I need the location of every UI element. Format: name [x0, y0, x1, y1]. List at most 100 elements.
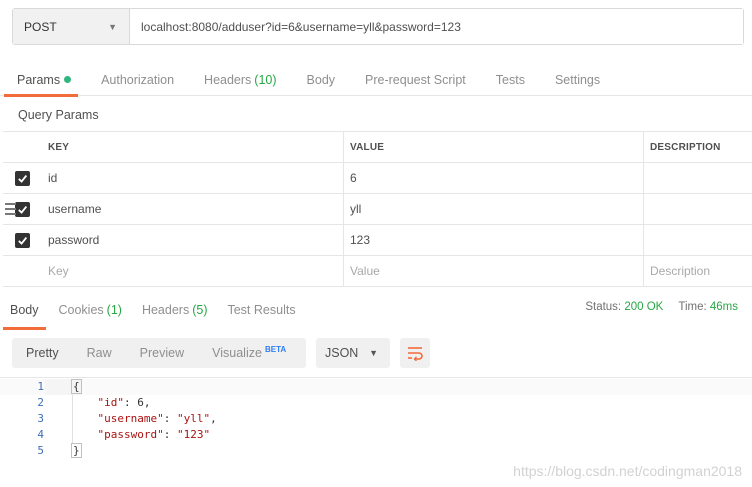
code-line: 2 "id": 6, [0, 395, 752, 411]
row-checkbox[interactable] [14, 232, 30, 248]
response-status: Status: 200 OK Time: 46ms [585, 301, 738, 313]
tab-params[interactable]: Params [0, 64, 86, 97]
wrap-lines-icon [408, 347, 423, 361]
method-label: POST [24, 19, 57, 34]
new-description-input[interactable]: Description [644, 256, 752, 286]
visualize-label: Visualize [212, 346, 262, 360]
tab-count: (5) [192, 303, 208, 317]
wrap-lines-button[interactable] [400, 338, 430, 368]
check-cell [3, 256, 41, 286]
row-checkbox[interactable] [14, 170, 30, 186]
json-key: "username" [97, 412, 164, 425]
time-label: Time: [678, 301, 707, 313]
param-description[interactable] [644, 225, 752, 255]
response-code-view[interactable]: 1 { 2 "id": 6, 3 "username": "yll", 4 "p… [0, 377, 752, 459]
tab-label: Body [306, 72, 336, 87]
code-line: 3 "username": "yll", [0, 411, 752, 427]
tab-label: Params [17, 72, 61, 87]
param-key[interactable]: id [41, 163, 344, 193]
tab-body[interactable]: Body [292, 64, 351, 96]
code-line: 4 "password": "123" [0, 427, 752, 443]
check-cell [3, 225, 41, 255]
url-input[interactable]: localhost:8080/adduser?id=6&username=yll… [130, 9, 743, 44]
code-line: 5 } [0, 443, 752, 459]
tab-label: Tests [495, 72, 525, 87]
params-table: KEY VALUE DESCRIPTION id 6 username yll [3, 131, 752, 287]
code-text: "id": 6, [97, 396, 151, 409]
tab-response-headers[interactable]: Headers (5) [132, 294, 218, 326]
tab-tests[interactable]: Tests [481, 64, 540, 96]
tab-label: Body [10, 303, 39, 317]
table-row-new: Key Value Description [3, 256, 752, 287]
new-key-input[interactable]: Key [41, 256, 344, 286]
row-checkbox[interactable] [14, 201, 30, 217]
tab-count: (1) [106, 303, 122, 317]
tab-label: Headers [204, 72, 252, 87]
time-value[interactable]: 46ms [710, 301, 738, 313]
tab-label: Settings [554, 72, 601, 87]
status-value[interactable]: 200 OK [624, 301, 663, 313]
param-value[interactable]: 6 [344, 163, 644, 193]
param-value[interactable]: yll [344, 194, 644, 224]
tab-label: Authorization [101, 72, 175, 87]
indent-guide [72, 395, 73, 443]
param-key[interactable]: password [41, 225, 344, 255]
view-mode-group: Pretty Raw Preview Visualize BETA [12, 338, 306, 368]
request-bar: POST ▼ localhost:8080/adduser?id=6&usern… [12, 8, 744, 45]
table-row: username yll [3, 194, 752, 225]
code-text: "password": "123" [97, 428, 211, 441]
json-key: "id" [97, 396, 125, 409]
code-text: "username": "yll", [97, 412, 217, 425]
checkmark-icon [17, 205, 27, 214]
view-raw-button[interactable]: Raw [73, 338, 126, 368]
watermark: https://blog.csdn.net/codingman2018 [513, 463, 742, 479]
drag-handle-icon[interactable] [5, 203, 16, 215]
header-value: VALUE [344, 132, 644, 162]
tab-settings[interactable]: Settings [540, 64, 615, 96]
tab-test-results[interactable]: Test Results [217, 294, 305, 326]
tab-label: Cookies [58, 303, 104, 317]
section-title: Query Params [18, 108, 99, 122]
code-text: } [71, 443, 82, 458]
line-number: 5 [37, 444, 44, 457]
chevron-down-icon: ▼ [108, 21, 117, 32]
tab-authorization[interactable]: Authorization [86, 64, 189, 96]
checkmark-icon [17, 236, 27, 245]
line-number: 4 [37, 428, 44, 441]
tab-label: Pre-request Script [365, 72, 466, 87]
tab-cookies[interactable]: Cookies (1) [49, 294, 132, 326]
json-value: "yll" [176, 412, 211, 425]
check-cell [3, 163, 41, 193]
beta-badge: BETA [264, 344, 287, 354]
json-value: "123" [176, 428, 211, 441]
new-value-input[interactable]: Value [344, 256, 644, 286]
line-number: 2 [37, 396, 44, 409]
line-number: 3 [37, 412, 44, 425]
param-description[interactable] [644, 194, 752, 224]
body-toolbar: Pretty Raw Preview Visualize BETA JSON ▼ [12, 338, 430, 368]
tab-pre-request-script[interactable]: Pre-request Script [350, 64, 481, 96]
request-tabs: Params Authorization Headers (10) Body P… [0, 64, 752, 97]
view-preview-button[interactable]: Preview [126, 338, 198, 368]
params-active-dot-icon [64, 76, 72, 83]
header-key: KEY [41, 132, 344, 162]
code-text: { [45, 379, 82, 395]
tab-label: Test Results [227, 303, 296, 317]
param-description[interactable] [644, 163, 752, 193]
format-select[interactable]: JSON ▼ [316, 338, 390, 368]
table-row: id 6 [3, 163, 752, 194]
json-value: 6 [137, 396, 144, 409]
view-pretty-button[interactable]: Pretty [12, 338, 73, 368]
tab-count: (10) [254, 72, 277, 87]
method-select[interactable]: POST ▼ [13, 9, 130, 44]
tab-headers[interactable]: Headers (10) [189, 64, 291, 96]
table-row: password 123 [3, 225, 752, 256]
param-key[interactable]: username [41, 194, 344, 224]
json-key: "password" [97, 428, 164, 441]
view-visualize-button[interactable]: Visualize BETA [198, 338, 300, 368]
tab-label: Headers [141, 303, 190, 317]
param-value[interactable]: 123 [344, 225, 644, 255]
tab-response-body[interactable]: Body [0, 294, 49, 330]
format-label: JSON [325, 346, 359, 360]
checkmark-icon [17, 174, 27, 183]
